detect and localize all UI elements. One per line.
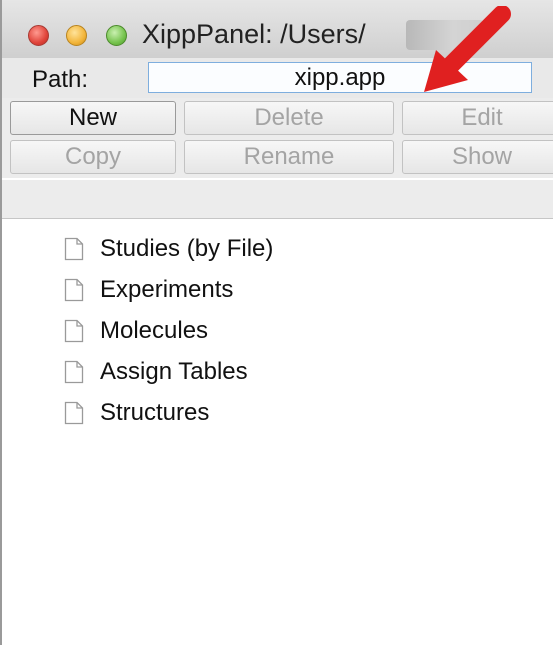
close-window-button[interactable] (28, 25, 49, 46)
document-icon (64, 360, 84, 384)
tree-item-experiments[interactable]: Experiments (64, 273, 233, 307)
tree-item-label: Experiments (100, 276, 234, 303)
tree-item-studies[interactable]: Studies (by File) (64, 232, 273, 266)
xipp-panel-window: XippPanel: /Users/ Path: xipp.app New De… (0, 0, 553, 645)
file-tree: Studies (by File) Experiments Molecules … (2, 219, 553, 645)
tree-item-assign-tables[interactable]: Assign Tables (64, 355, 248, 389)
zoom-window-button[interactable] (106, 25, 127, 46)
document-icon (64, 401, 84, 425)
document-icon (64, 319, 84, 343)
tree-item-structures[interactable]: Structures (64, 396, 209, 430)
tree-item-label: Assign Tables (100, 358, 248, 385)
minimize-window-button[interactable] (66, 25, 87, 46)
tree-item-label: Studies (by File) (100, 235, 274, 262)
toolbar-spacer (2, 180, 553, 219)
window-title: XippPanel: /Users/ (142, 19, 366, 49)
document-icon (64, 278, 84, 302)
delete-button[interactable]: Delete (184, 101, 394, 135)
show-button[interactable]: Show (402, 140, 553, 174)
copy-button[interactable]: Copy (10, 140, 176, 174)
document-icon (64, 237, 84, 261)
edit-button[interactable]: Edit (402, 101, 553, 135)
tree-item-molecules[interactable]: Molecules (64, 314, 208, 348)
tree-item-label: Structures (100, 399, 210, 426)
new-button[interactable]: New (10, 101, 176, 135)
rename-button[interactable]: Rename (184, 140, 394, 174)
button-row-2: Copy Rename Show (2, 138, 553, 178)
path-label: Path: (32, 66, 89, 93)
tree-item-label: Molecules (100, 317, 209, 344)
button-row-1: New Delete Edit (2, 98, 553, 138)
